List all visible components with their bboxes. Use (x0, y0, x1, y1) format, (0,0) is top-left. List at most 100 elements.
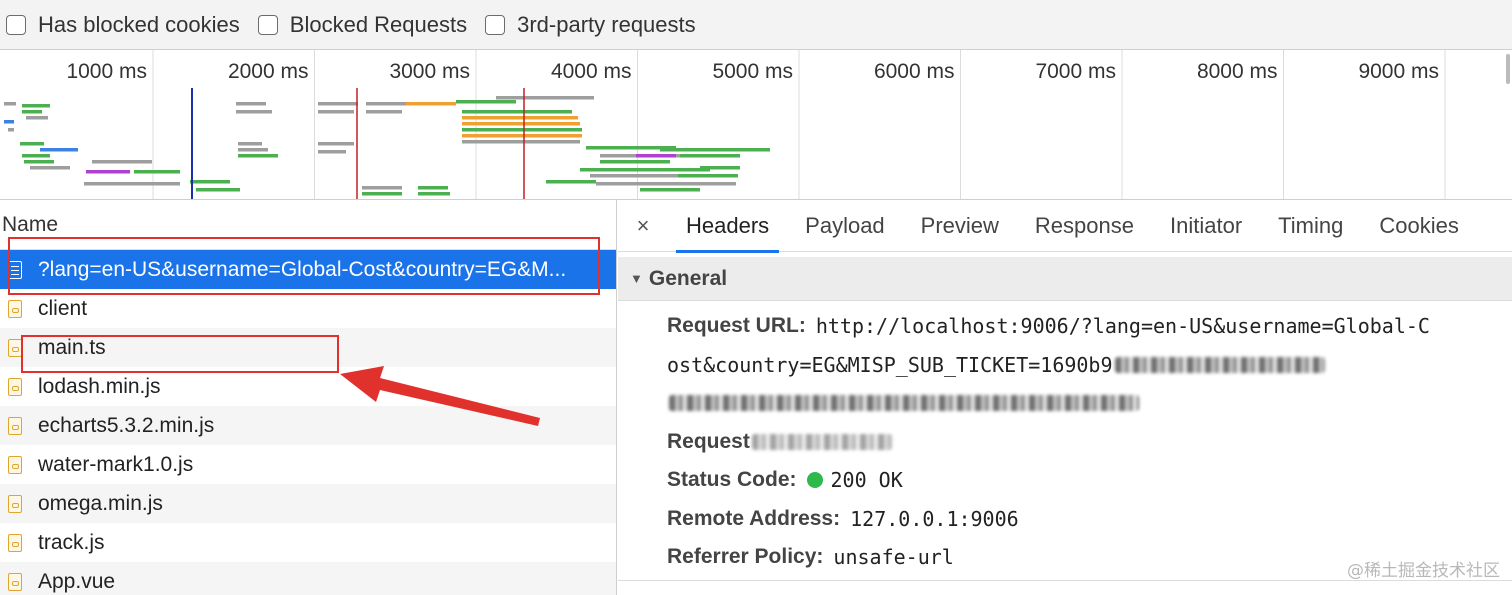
request-name: echarts5.3.2.min.js (38, 413, 215, 437)
overview-request-bar (318, 110, 354, 114)
filter-label: Has blocked cookies (38, 11, 240, 37)
script-file-icon (8, 338, 22, 357)
timeline-tick-label: 8000 ms (1197, 60, 1278, 83)
general-section: Request URL: http://localhost:9006/?lang… (618, 301, 1512, 577)
checkbox[interactable] (257, 14, 278, 35)
overview-request-bar (678, 174, 738, 178)
overview-request-bar (20, 142, 44, 146)
overview-chart: 1000 ms 2000 ms 3000 ms 4000 ms 5000 ms 6000 … (4, 50, 1510, 199)
timeline-tick-label: 2000 ms (228, 60, 309, 83)
request-name: omega.min.js (38, 491, 163, 515)
close-icon[interactable]: × (618, 213, 668, 239)
filter-blocked-requests[interactable]: Blocked Requests (257, 11, 468, 38)
checkbox[interactable] (6, 14, 26, 35)
header-value: ost&country=EG&MISP_SUB_TICKET=1690b9 (667, 352, 1113, 377)
overview-request-bar (462, 116, 578, 120)
tab-response[interactable]: Response (1017, 200, 1152, 252)
overview-request-bar (134, 170, 180, 174)
annotation-box-main-ts (21, 335, 339, 373)
request-row[interactable]: track.js (0, 523, 616, 562)
overview-request-bar (496, 96, 594, 100)
overview-request-bar (462, 140, 580, 144)
overview-request-bar (640, 188, 700, 192)
overview-request-bar (406, 102, 456, 106)
request-name: water-mark1.0.js (38, 452, 194, 476)
header-value: unsafe-url (833, 545, 954, 570)
timeline-tick-label: 3000 ms (389, 60, 470, 83)
header-key: Request URL: (667, 314, 806, 338)
redacted-blur (751, 433, 892, 450)
script-file-icon (8, 299, 22, 318)
timeline-tick-label: 7000 ms (1035, 60, 1116, 83)
script-file-icon (8, 416, 22, 435)
overview-request-bar (366, 102, 406, 106)
tab-cookies[interactable]: Cookies (1361, 200, 1476, 252)
overview-request-bar (8, 128, 14, 132)
request-url-line: Request URL: http://localhost:9006/?lang… (667, 307, 1512, 346)
overview-request-bar (462, 128, 582, 132)
overview-request-bar (92, 160, 152, 164)
tab-timing[interactable]: Timing (1260, 200, 1361, 252)
request-row[interactable]: omega.min.js (0, 484, 616, 523)
overview-request-bar (22, 104, 50, 108)
header-key: Referrer Policy: (667, 545, 824, 569)
overview-request-bar (418, 192, 450, 196)
overview-request-bar (238, 142, 262, 146)
filter-3rd-party-requests[interactable]: 3rd-party requests (485, 12, 696, 38)
overview-request-bar (40, 148, 78, 152)
header-value: 200 OK (830, 468, 903, 493)
timeline-tick-label: 4000 ms (551, 60, 632, 83)
script-file-icon (8, 494, 22, 513)
filter-bar: Has blocked cookies Blocked Requests 3rd… (0, 0, 1512, 50)
request-row[interactable]: water-mark1.0.js (0, 445, 616, 484)
overview-request-bar (362, 186, 402, 190)
filter-label: 3rd-party requests (517, 11, 696, 37)
timeline-tick-label: 5000 ms (712, 60, 793, 83)
overview-request-bar (4, 102, 16, 106)
request-method-line: Request (667, 423, 1512, 462)
checkbox[interactable] (485, 14, 506, 35)
network-overview[interactable]: 1000 ms 2000 ms 3000 ms 4000 ms 5000 ms 6000 … (0, 50, 1512, 200)
request-row[interactable]: App.vue (0, 562, 616, 595)
overview-request-bar (236, 102, 266, 106)
status-ok-icon (806, 472, 823, 489)
overview-request-bar (700, 166, 740, 170)
request-name: lodash.min.js (38, 374, 161, 398)
column-header-label: Name (2, 213, 59, 236)
overview-scrollbar (1506, 54, 1510, 84)
overview-request-bar (190, 180, 230, 184)
redacted-blur (1114, 356, 1325, 373)
request-url-continued (667, 384, 1512, 423)
overview-request-bar (630, 168, 710, 172)
header-value: 127.0.0.1:9006 (850, 506, 1019, 531)
overview-request-bar (22, 110, 42, 114)
overview-request-bar (196, 188, 240, 192)
overview-request-bar (462, 122, 580, 126)
script-file-icon (8, 533, 22, 552)
request-name: track.js (38, 530, 105, 554)
filter-has-blocked-cookies[interactable]: Has blocked cookies (6, 12, 240, 38)
overview-request-bar (462, 110, 572, 114)
filter-label: Blocked Requests (289, 11, 468, 37)
overview-request-bar (26, 116, 48, 120)
header-key: Request (667, 429, 750, 453)
tab-headers[interactable]: Headers (668, 200, 787, 253)
overview-request-bar (84, 182, 180, 186)
overview-request-bar (318, 142, 354, 146)
redacted-blur (669, 395, 1139, 412)
tab-initiator[interactable]: Initiator (1152, 200, 1260, 252)
request-url-continued: ost&country=EG&MISP_SUB_TICKET=1690b9 (667, 346, 1512, 385)
script-file-icon (8, 572, 22, 591)
overview-request-bar (30, 166, 70, 170)
general-section-header[interactable]: ▼ General (618, 257, 1512, 301)
timeline-tick-label: 9000 ms (1358, 60, 1439, 83)
overview-request-bar (456, 100, 516, 104)
tab-payload[interactable]: Payload (787, 200, 903, 252)
overview-request-bar (596, 182, 736, 186)
overview-request-bar (660, 148, 770, 152)
overview-request-bar (24, 160, 54, 164)
tab-preview[interactable]: Preview (903, 200, 1017, 252)
script-file-icon (8, 377, 22, 396)
caret-down-icon: ▼ (630, 271, 643, 286)
header-key: Status Code: (667, 468, 797, 492)
